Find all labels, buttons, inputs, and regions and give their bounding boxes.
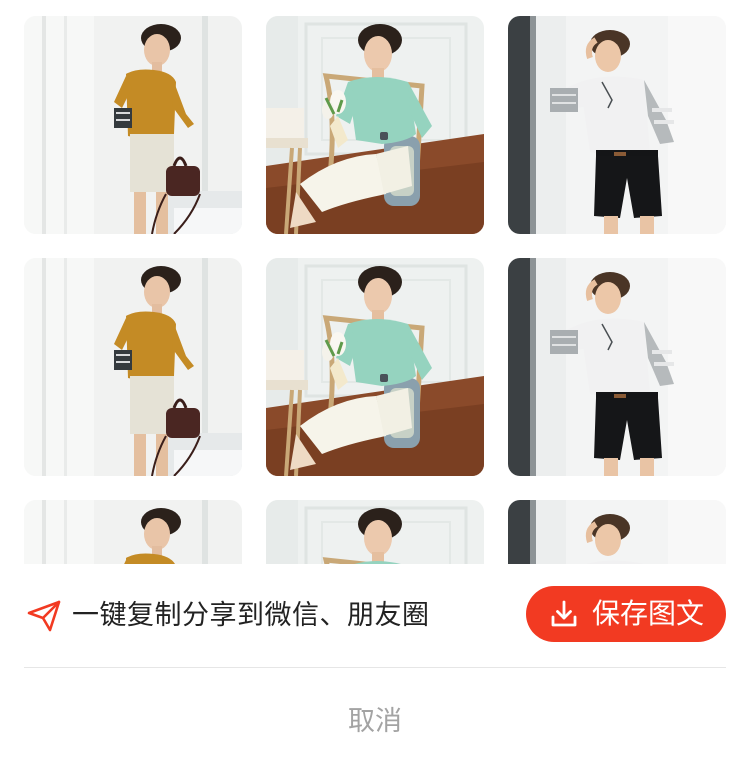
photo-mustard-shirt-handbag[interactable] [24, 16, 242, 234]
download-icon [551, 600, 577, 627]
cancel-button-label: 取消 [348, 705, 402, 737]
photo-mint-shirt-bouquet[interactable] [266, 500, 484, 564]
photo-grid [0, 0, 750, 564]
photo-white-shirt-black-shorts[interactable] [508, 16, 726, 234]
photo-mustard-shirt-handbag[interactable] [24, 258, 242, 476]
save-button-label: 保存图文 [591, 597, 704, 630]
paper-plane-icon [27, 600, 61, 632]
cancel-button[interactable]: 取消 [0, 668, 750, 768]
photo-white-shirt-black-shorts[interactable] [508, 500, 726, 564]
share-copy-text[interactable]: 一键复制分享到微信、朋友圈 [72, 594, 430, 638]
share-bar: 一键复制分享到微信、朋友圈 保存图文 [0, 564, 750, 668]
photo-mint-shirt-bouquet[interactable] [266, 16, 484, 234]
save-image-text-button[interactable]: 保存图文 [526, 586, 726, 642]
share-sheet: 一键复制分享到微信、朋友圈 保存图文 取消 [0, 0, 750, 768]
photo-white-shirt-black-shorts[interactable] [508, 258, 726, 476]
photo-mustard-shirt-handbag[interactable] [24, 500, 242, 564]
photo-mint-shirt-bouquet[interactable] [266, 258, 484, 476]
